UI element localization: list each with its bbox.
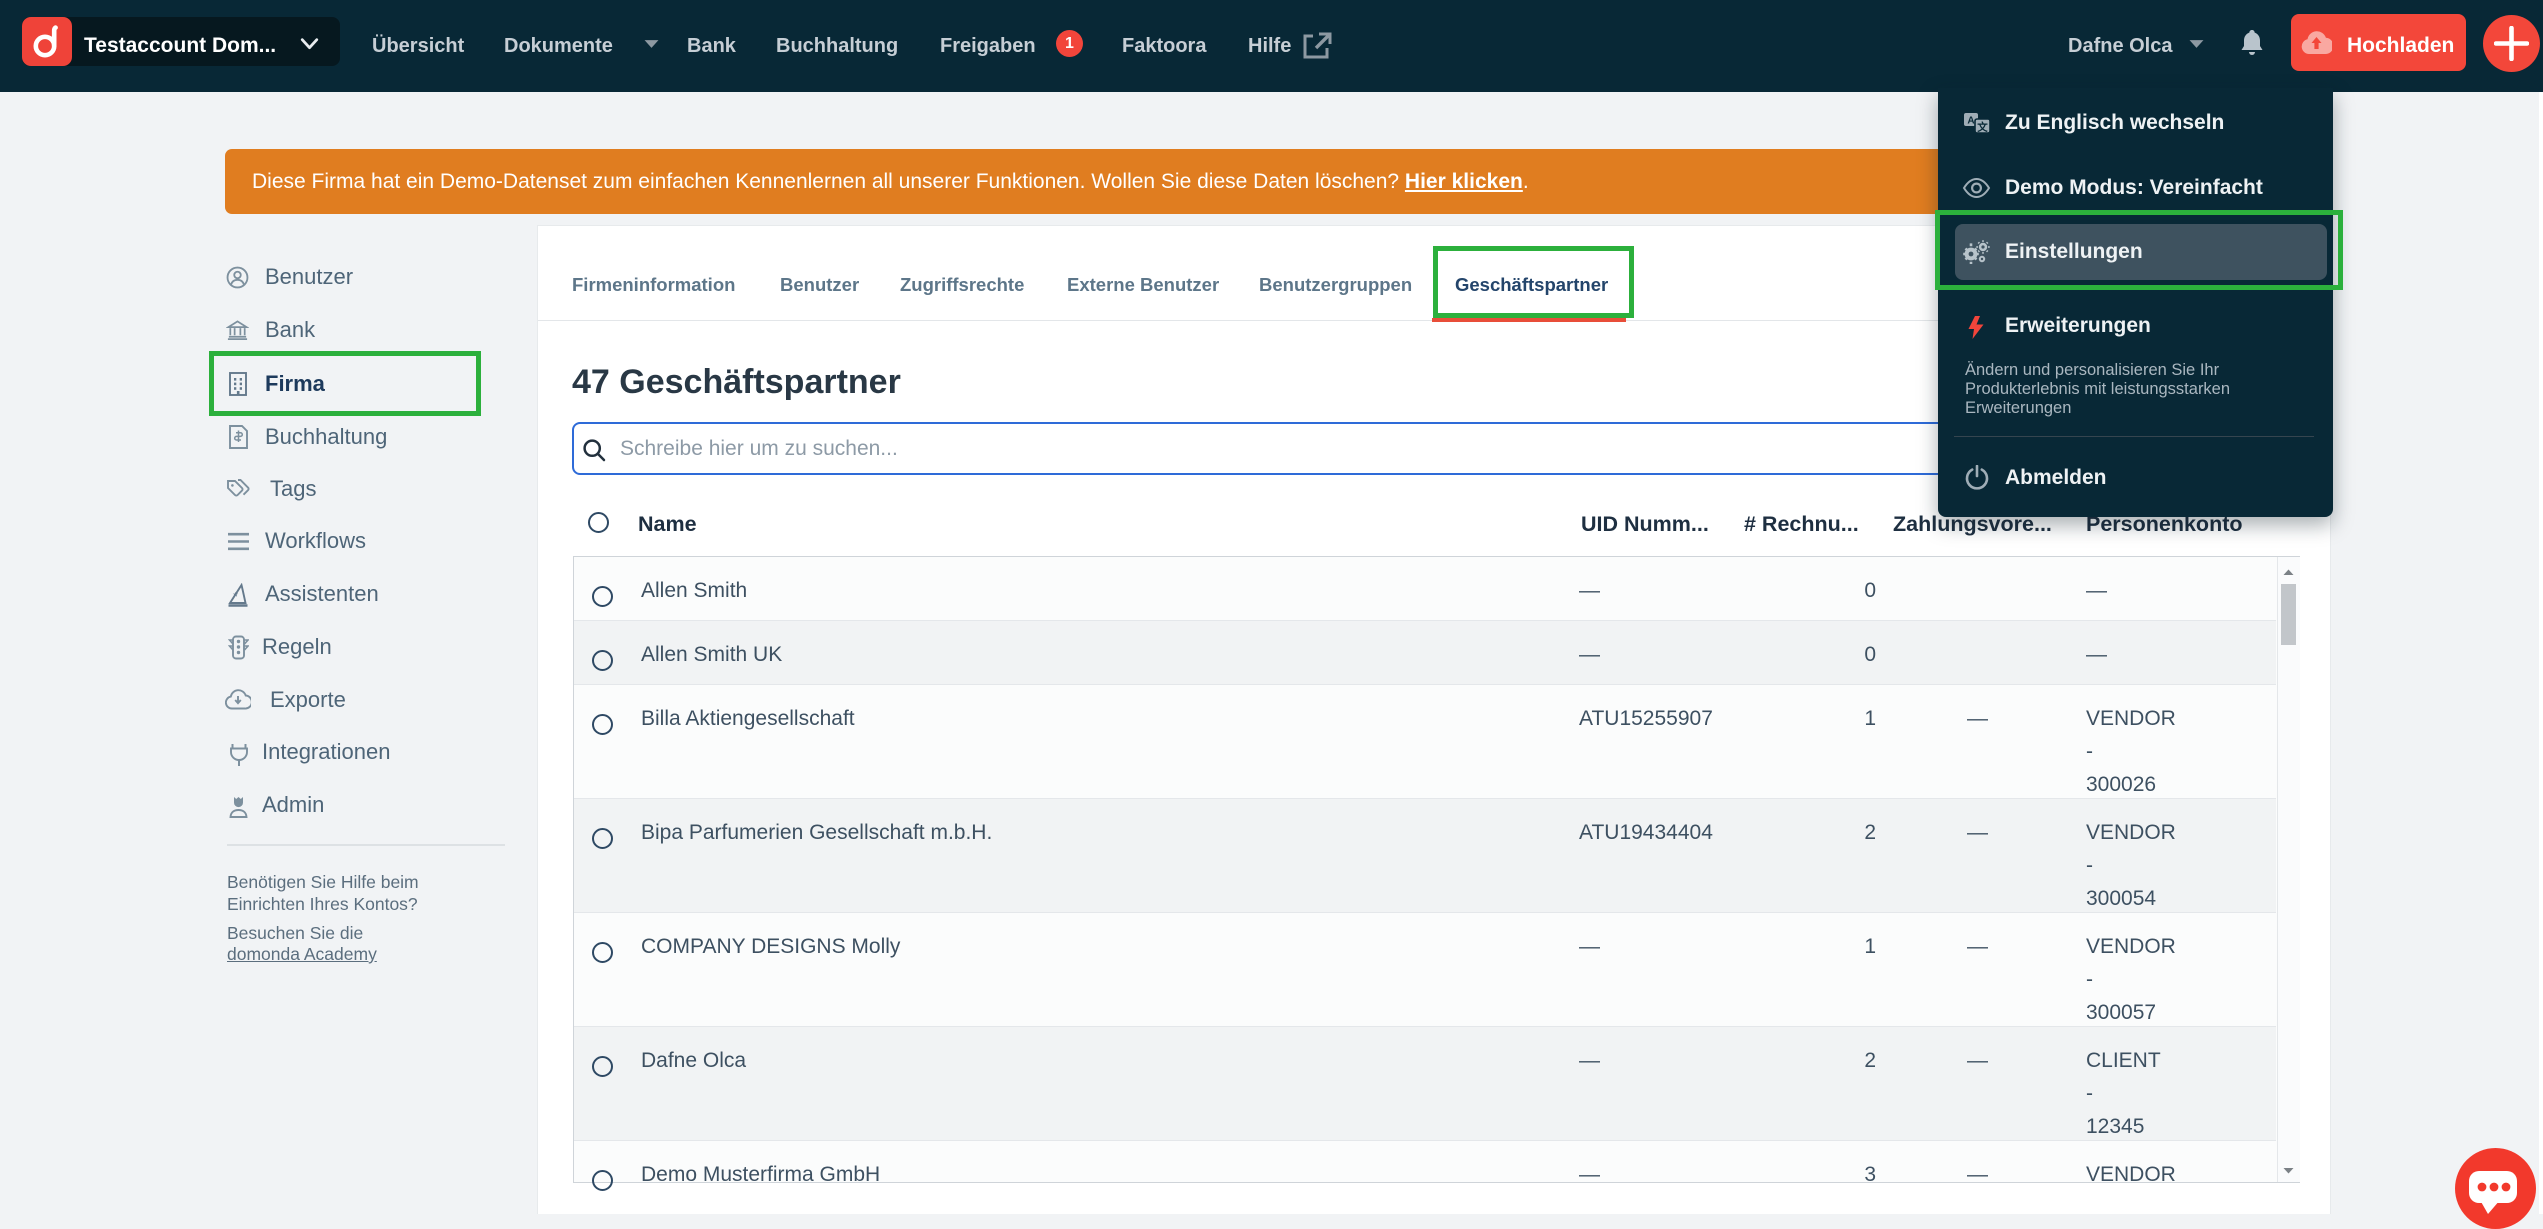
svg-text:文: 文 — [1976, 121, 1988, 134]
svg-text:A: A — [1967, 116, 1974, 127]
